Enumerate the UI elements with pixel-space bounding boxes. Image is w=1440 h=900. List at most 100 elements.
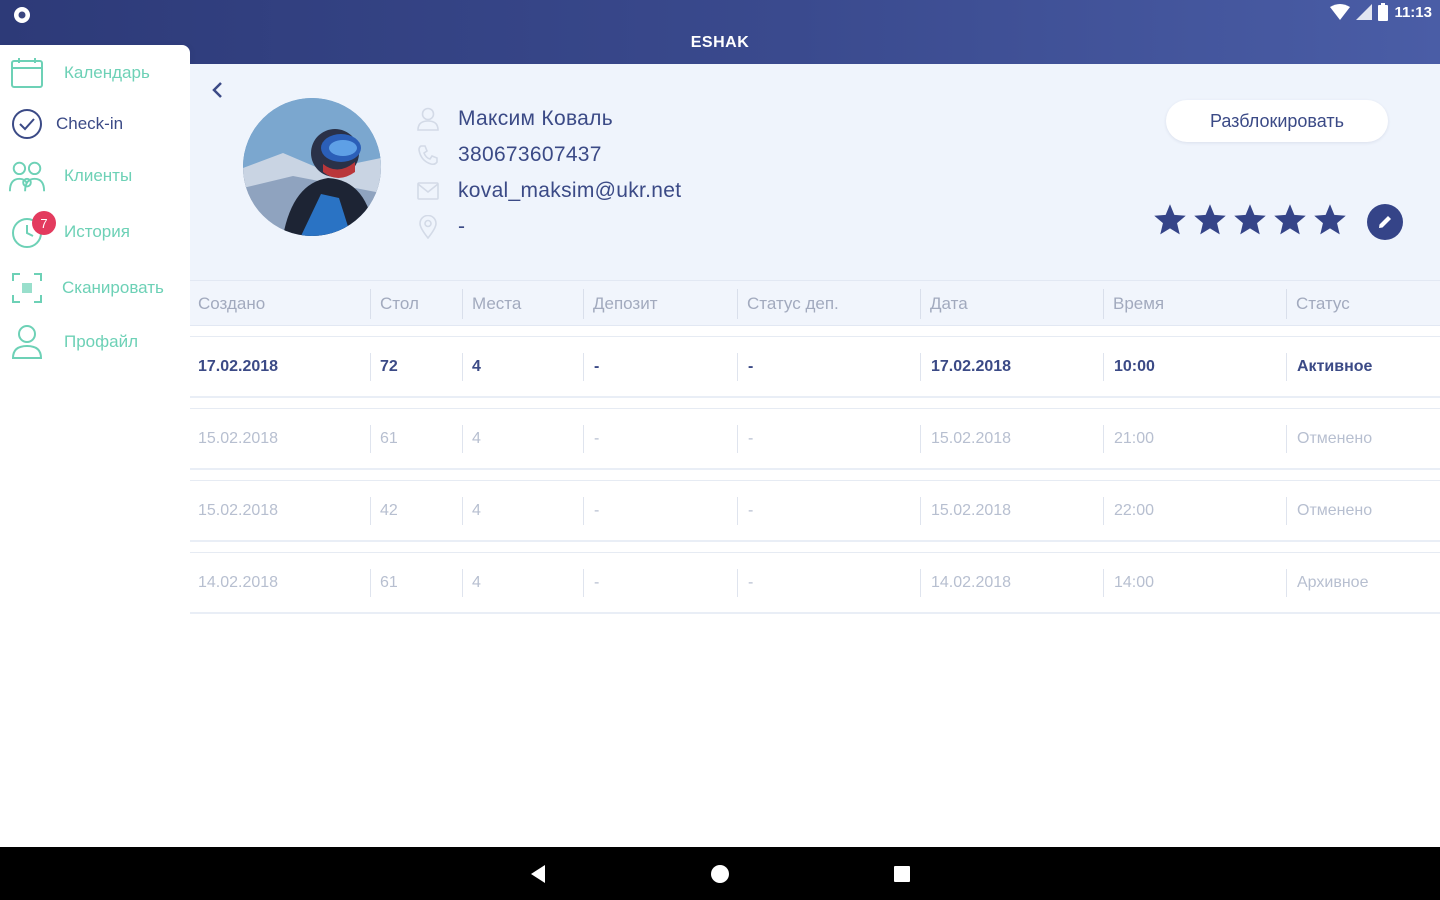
nav-home-button[interactable] [690,847,750,900]
column-divider [370,497,371,525]
column-divider [462,569,463,597]
column-divider [1103,497,1104,525]
avatar [243,98,381,236]
settings-status-icon [12,5,32,25]
edit-button[interactable] [1367,204,1403,240]
client-phone-row: 380673607437 [416,141,602,169]
column-divider [462,353,463,381]
status-time: 11:13 [1394,3,1432,21]
client-email-row: koval_maksim@ukr.net [416,177,681,205]
history-badge: 7 [32,211,56,235]
nav-back-button[interactable] [508,847,568,900]
client-email: koval_maksim@ukr.net [458,179,682,202]
cell-deposit: - [594,502,600,519]
table-header: Создано Стол Места Депозит Статус деп. Д… [190,280,1440,326]
cell-deposit: - [594,358,600,375]
column-divider [583,353,584,381]
home-circle-icon [711,864,729,883]
column-divider [1286,497,1287,525]
column-divider [1103,289,1104,319]
cell-seats: 4 [472,502,481,519]
sidebar-item-label: Профайл [64,332,138,351]
cell-time: 21:00 [1114,430,1155,447]
column-divider [1286,353,1287,381]
cell-created: 17.02.2018 [198,358,279,375]
cell-seats: 4 [472,430,481,447]
column-header-table[interactable]: Стол [380,281,419,327]
client-name-row: Максим Коваль [416,105,613,133]
column-divider [920,425,921,453]
column-divider [370,289,371,319]
cell-created: 15.02.2018 [198,430,279,447]
wifi-icon [1330,4,1351,20]
nav-recents-button[interactable] [872,847,932,900]
profile-icon [8,323,46,361]
sidebar-item-check-in[interactable]: Check-in [0,99,190,149]
unblock-button[interactable]: Разблокировать [1166,100,1388,142]
column-divider [737,569,738,597]
check-circle-icon [8,105,46,143]
cell-status: Отменено [1297,430,1373,447]
sidebar-item-clients[interactable]: Клиенты [0,151,190,201]
sidebar-item-label: Клиенты [64,166,133,185]
clients-icon [8,157,46,195]
column-divider [737,497,738,525]
status-bar-right: 11:13 [1330,3,1432,21]
table-row[interactable]: 14.02.2018 61 4 - - 14.02.2018 14:00 Арх… [190,552,1440,614]
client-location: - [458,215,466,238]
cell-deposit: - [594,574,600,591]
column-divider [370,569,371,597]
signal-icon [1356,4,1373,20]
sidebar-item-history[interactable]: 7 История [0,207,190,257]
column-divider [737,289,738,319]
star-icon [1154,204,1186,235]
column-divider [920,353,921,381]
sidebar-item-profile[interactable]: Профайл [0,317,190,367]
star-icon [1194,204,1226,235]
app-title: ESHAK [690,34,750,51]
table-row[interactable]: 17.02.2018 72 4 - - 17.02.2018 10:00 Акт… [190,336,1440,398]
app-bar: 11:13 ESHAK [0,0,1440,64]
cell-status: Отменено [1297,502,1373,519]
cell-created: 15.02.2018 [198,502,279,519]
sidebar-item-scan[interactable]: Сканировать [0,263,190,313]
cell-date: 15.02.2018 [931,430,1012,447]
column-header-status[interactable]: Статус [1296,281,1350,327]
column-divider [583,569,584,597]
cell-time: 22:00 [1114,502,1155,519]
cell-status: Активное [1297,358,1373,375]
sidebar-item-label: История [64,222,130,241]
client-name: Максим Коваль [458,107,613,130]
back-triangle-icon [531,864,545,883]
client-details: Максим Коваль 380673607437 koval_maksim@… [190,64,1440,847]
column-divider [1103,569,1104,597]
rating-stars [1152,202,1348,238]
client-header: Максим Коваль 380673607437 koval_maksim@… [190,64,1440,280]
column-divider [1103,425,1104,453]
cell-seats: 4 [472,358,481,375]
cell-date: 15.02.2018 [931,502,1012,519]
column-header-deposit-status[interactable]: Статус деп. [747,281,839,327]
battery-icon [1378,3,1389,21]
cell-deposit-status: - [748,574,754,591]
cell-created: 14.02.2018 [198,574,279,591]
column-header-date[interactable]: Дата [930,281,968,327]
column-header-seats[interactable]: Места [472,281,521,327]
column-divider [920,497,921,525]
client-phone: 380673607437 [458,143,602,166]
cell-seats: 4 [472,574,481,591]
star-icon [1314,204,1346,235]
table-row[interactable]: 15.02.2018 42 4 - - 15.02.2018 22:00 Отм… [190,480,1440,542]
pencil-icon [1379,216,1391,228]
sidebar-item-calendar[interactable]: Календарь [0,48,190,98]
back-button[interactable] [206,78,230,102]
column-divider [462,497,463,525]
column-header-time[interactable]: Время [1113,281,1164,327]
table-row[interactable]: 15.02.2018 61 4 - - 15.02.2018 21:00 Отм… [190,408,1440,470]
column-header-deposit[interactable]: Депозит [593,281,658,327]
column-header-created[interactable]: Создано [198,281,265,327]
cell-deposit-status: - [748,358,754,375]
star-icon [1274,204,1306,235]
star-icon [1234,204,1266,235]
sidebar: Календарь Check-in Клиенты 7 История Ска… [0,45,190,847]
